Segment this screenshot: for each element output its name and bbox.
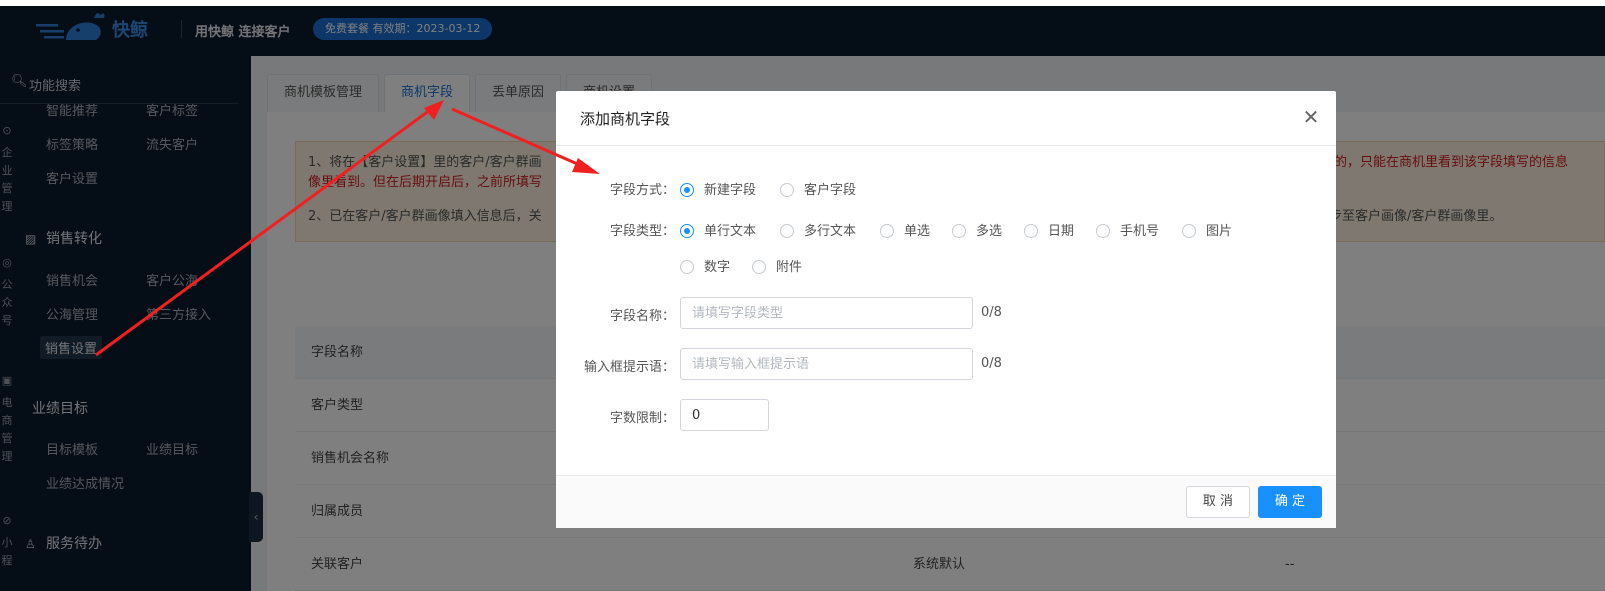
cancel-button[interactable]: 取 消 xyxy=(1186,486,1250,518)
char-limit-label: 字数限制： xyxy=(609,411,675,426)
radio-dot xyxy=(680,260,694,274)
add-field-dialog: 添加商机字段 ✕ 字段方式： 新建字段 客户字段 字段类型： 单行文本 多行文本… xyxy=(556,91,1336,528)
radio-label: 附件 xyxy=(776,260,803,275)
field-mode-label: 字段方式： xyxy=(609,183,675,198)
radio-dot xyxy=(680,183,694,197)
radio-multi-line[interactable]: 多行文本 xyxy=(780,220,856,239)
field-name-input[interactable] xyxy=(680,297,973,329)
radio-single-choice[interactable]: 单选 xyxy=(880,220,930,239)
radio-label: 单行文本 xyxy=(704,224,757,239)
radio-label: 日期 xyxy=(1048,224,1075,239)
radio-single-line[interactable]: 单行文本 xyxy=(680,220,756,239)
radio-image[interactable]: 图片 xyxy=(1182,220,1232,239)
screen-root: 快鲸 用快鲸 连接客户 免费套餐 有效期：2023-03-12 🔍︎ 功能搜索 … xyxy=(0,0,1605,591)
radio-dot xyxy=(1096,224,1110,238)
radio-label: 新建字段 xyxy=(704,183,757,198)
field-name-label: 字段名称： xyxy=(609,309,675,324)
field-name-counter: 0/8 xyxy=(981,305,1002,320)
hint-counter: 0/8 xyxy=(981,356,1002,371)
radio-new-field[interactable]: 新建字段 xyxy=(680,179,756,198)
radio-dot xyxy=(780,183,794,197)
radio-label: 多行文本 xyxy=(804,224,857,239)
field-type-label: 字段类型： xyxy=(609,224,675,239)
char-limit-input[interactable] xyxy=(680,399,769,431)
radio-label: 图片 xyxy=(1206,224,1233,239)
dialog-header: 添加商机字段 ✕ xyxy=(556,91,1336,146)
radio-date[interactable]: 日期 xyxy=(1024,220,1074,239)
radio-dot xyxy=(752,260,766,274)
radio-attachment[interactable]: 附件 xyxy=(752,256,802,275)
hint-input[interactable] xyxy=(680,348,973,380)
radio-number[interactable]: 数字 xyxy=(680,256,730,275)
close-icon[interactable]: ✕ xyxy=(1300,105,1322,129)
hint-label: 输入框提示语： xyxy=(583,360,675,375)
radio-dot xyxy=(1024,224,1038,238)
radio-dot xyxy=(780,224,794,238)
radio-label: 手机号 xyxy=(1120,224,1160,239)
radio-phone[interactable]: 手机号 xyxy=(1096,220,1159,239)
radio-dot xyxy=(880,224,894,238)
dialog-footer: 取 消 确 定 xyxy=(556,475,1336,528)
radio-dot xyxy=(680,224,694,238)
dialog-title: 添加商机字段 xyxy=(580,110,671,128)
confirm-button[interactable]: 确 定 xyxy=(1258,486,1322,518)
radio-dot xyxy=(952,224,966,238)
radio-label: 多选 xyxy=(976,224,1003,239)
radio-customer-field[interactable]: 客户字段 xyxy=(780,179,856,198)
radio-label: 单选 xyxy=(904,224,931,239)
radio-multi-choice[interactable]: 多选 xyxy=(952,220,1002,239)
radio-label: 数字 xyxy=(704,260,731,275)
radio-label: 客户字段 xyxy=(804,183,857,198)
radio-dot xyxy=(1182,224,1196,238)
